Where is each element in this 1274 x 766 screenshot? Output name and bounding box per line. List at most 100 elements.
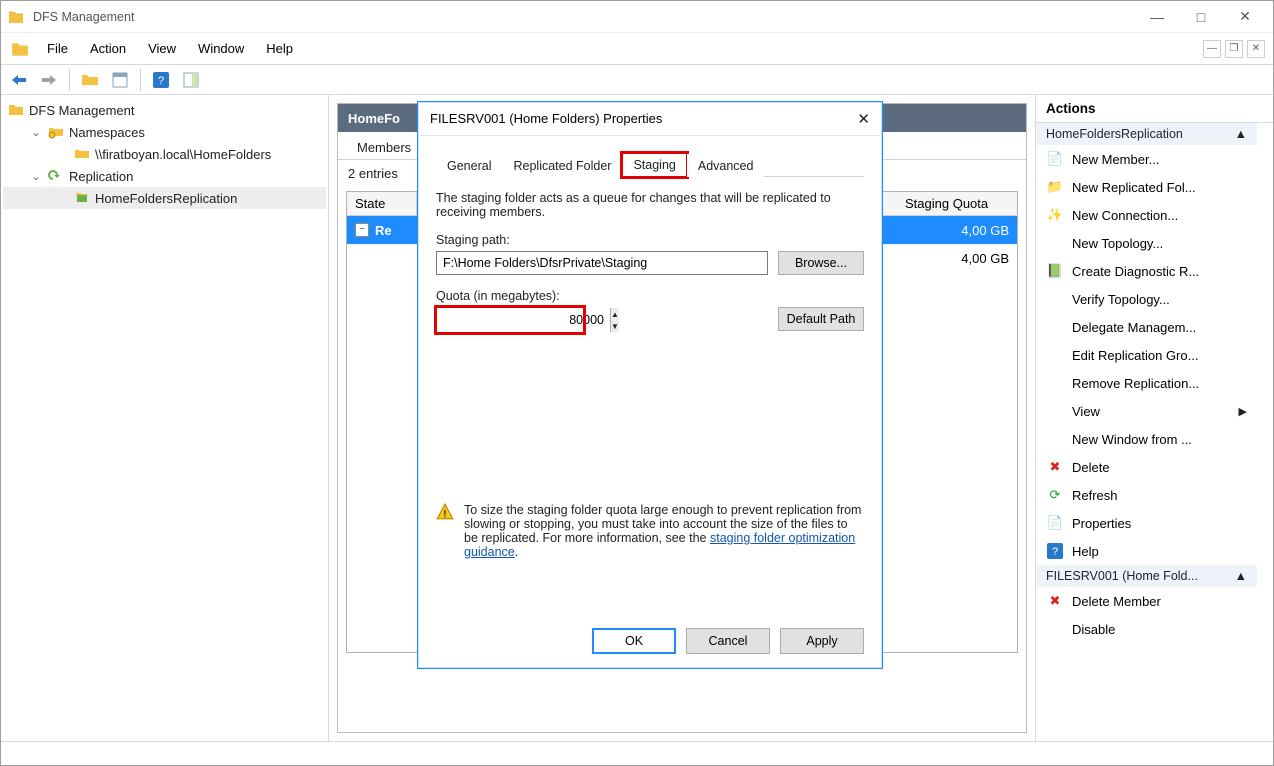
- close-button[interactable]: ✕: [1223, 3, 1267, 31]
- maximize-button[interactable]: □: [1179, 3, 1223, 31]
- action-delete-member[interactable]: ✖Delete Member: [1036, 587, 1257, 615]
- mdi-close[interactable]: ✕: [1247, 40, 1265, 58]
- staging-path-label: Staging path:: [436, 233, 864, 247]
- actions-group-replication[interactable]: HomeFoldersReplication ▲: [1036, 123, 1257, 145]
- replication-icon: [47, 167, 65, 185]
- tree-replication[interactable]: ⌄ Replication: [3, 165, 326, 187]
- window-buttons: — □ ✕: [1135, 3, 1267, 31]
- new-member-icon: 📄: [1046, 150, 1064, 168]
- collapse-icon[interactable]: ▲: [1235, 127, 1247, 141]
- warning-icon: !: [436, 503, 454, 521]
- svg-text:?: ?: [158, 75, 164, 87]
- tab-advanced[interactable]: Advanced: [687, 154, 765, 177]
- action-delete[interactable]: ✖Delete: [1036, 453, 1257, 481]
- staging-path-input[interactable]: [436, 251, 768, 275]
- action-view[interactable]: View▶: [1036, 397, 1257, 425]
- namespaces-icon: [47, 123, 65, 141]
- toolbar-pane-icon[interactable]: [179, 68, 203, 92]
- svg-text:?: ?: [1052, 546, 1058, 558]
- default-path-button[interactable]: Default Path: [778, 307, 864, 331]
- menu-file[interactable]: File: [37, 37, 78, 60]
- ok-button[interactable]: OK: [592, 628, 676, 654]
- menu-view[interactable]: View: [138, 37, 186, 60]
- dialog-title: FILESRV001 (Home Folders) Properties: [430, 111, 662, 126]
- tree-namespace-path[interactable]: \\firatboyan.local\HomeFolders: [3, 143, 326, 165]
- tree-replication-group-label: HomeFoldersReplication: [95, 191, 237, 206]
- properties-icon: 📄: [1046, 514, 1064, 532]
- minimize-button[interactable]: —: [1135, 3, 1179, 31]
- mdi-minimize[interactable]: —: [1203, 40, 1221, 58]
- action-new-connection[interactable]: ✨New Connection...: [1036, 201, 1257, 229]
- app-icon: [7, 8, 25, 26]
- action-verify-topology[interactable]: Verify Topology...: [1036, 285, 1257, 313]
- submenu-arrow-icon: ▶: [1239, 405, 1247, 418]
- blank-icon: [1046, 346, 1064, 364]
- action-create-diagnostic[interactable]: 📗Create Diagnostic R...: [1036, 257, 1257, 285]
- delete-icon: ✖: [1046, 592, 1064, 610]
- refresh-icon: ⟳: [1046, 486, 1064, 504]
- tree-namespaces[interactable]: ⌄ Namespaces: [3, 121, 326, 143]
- tree-root[interactable]: DFS Management: [3, 99, 326, 121]
- collapse-icon[interactable]: ▲: [1235, 569, 1247, 583]
- action-new-member[interactable]: 📄New Member...: [1036, 145, 1257, 173]
- actions-pane: Actions HomeFoldersReplication ▲ 📄New Me…: [1035, 95, 1273, 741]
- expander-icon[interactable]: ⌄: [29, 170, 43, 183]
- quota-spinner[interactable]: ▲ ▼: [436, 307, 584, 333]
- blank-icon: [1046, 374, 1064, 392]
- replication-group-icon: [73, 189, 91, 207]
- action-edit-replication-group[interactable]: Edit Replication Gro...: [1036, 341, 1257, 369]
- app-window: DFS Management — □ ✕ File Action View Wi…: [0, 0, 1274, 766]
- col-state[interactable]: State: [347, 192, 417, 215]
- back-button[interactable]: [7, 68, 31, 92]
- new-connection-icon: ✨: [1046, 206, 1064, 224]
- quota-input[interactable]: [437, 308, 610, 332]
- toolbar-folder-icon[interactable]: [78, 68, 102, 92]
- action-properties[interactable]: 📄Properties: [1036, 509, 1257, 537]
- apply-button[interactable]: Apply: [780, 628, 864, 654]
- action-new-window[interactable]: New Window from ...: [1036, 425, 1257, 453]
- browse-button[interactable]: Browse...: [778, 251, 864, 275]
- tab-general[interactable]: General: [436, 154, 502, 177]
- tree-replication-group[interactable]: HomeFoldersReplication: [3, 187, 326, 209]
- quota-label: Quota (in megabytes):: [436, 289, 864, 303]
- collapse-icon[interactable]: −: [355, 223, 369, 237]
- blank-icon: [1046, 620, 1064, 638]
- action-remove-replication[interactable]: Remove Replication...: [1036, 369, 1257, 397]
- properties-dialog: FILESRV001 (Home Folders) Properties ✕ G…: [417, 101, 883, 669]
- forward-button[interactable]: [37, 68, 61, 92]
- tab-replicated-folder[interactable]: Replicated Folder: [502, 154, 622, 177]
- tree-namespaces-label: Namespaces: [69, 125, 145, 140]
- expander-icon[interactable]: ⌄: [29, 126, 43, 139]
- col-staging-quota[interactable]: Staging Quota: [897, 192, 1017, 215]
- actions-group-member[interactable]: FILESRV001 (Home Fold... ▲: [1036, 565, 1257, 587]
- action-disable[interactable]: Disable: [1036, 615, 1257, 643]
- menu-help[interactable]: Help: [256, 37, 303, 60]
- tab-members[interactable]: Members: [344, 135, 424, 159]
- tab-staging[interactable]: Staging: [622, 153, 686, 177]
- titlebar: DFS Management — □ ✕: [1, 1, 1273, 33]
- action-delegate-management[interactable]: Delegate Managem...: [1036, 313, 1257, 341]
- action-help[interactable]: ?Help: [1036, 537, 1257, 565]
- row-quota: 4,00 GB: [897, 251, 1017, 266]
- new-folder-icon: 📁: [1046, 178, 1064, 196]
- toolbar: ?: [1, 65, 1273, 95]
- menu-action[interactable]: Action: [80, 37, 136, 60]
- action-refresh[interactable]: ⟳Refresh: [1036, 481, 1257, 509]
- mdi-restore[interactable]: ❐: [1225, 40, 1243, 58]
- warning-text: To size the staging folder quota large e…: [464, 503, 864, 559]
- action-new-topology[interactable]: New Topology...: [1036, 229, 1257, 257]
- dialog-tabs: General Replicated Folder Staging Advanc…: [436, 152, 864, 177]
- action-new-replicated-folder[interactable]: 📁New Replicated Fol...: [1036, 173, 1257, 201]
- cancel-button[interactable]: Cancel: [686, 628, 770, 654]
- menu-window[interactable]: Window: [188, 37, 254, 60]
- dialog-close-button[interactable]: ✕: [857, 110, 870, 128]
- toolbar-help-icon[interactable]: ?: [149, 68, 173, 92]
- actions-header: Actions: [1036, 95, 1273, 123]
- toolbar-list-icon[interactable]: [108, 68, 132, 92]
- dfs-root-icon: [7, 101, 25, 119]
- tree-namespace-path-label: \\firatboyan.local\HomeFolders: [95, 147, 271, 162]
- tree-root-label: DFS Management: [29, 103, 135, 118]
- menubar: File Action View Window Help — ❐ ✕: [1, 33, 1273, 65]
- window-title: DFS Management: [33, 10, 1135, 24]
- navigation-tree[interactable]: DFS Management ⌄ Namespaces \\firatboyan…: [1, 95, 329, 741]
